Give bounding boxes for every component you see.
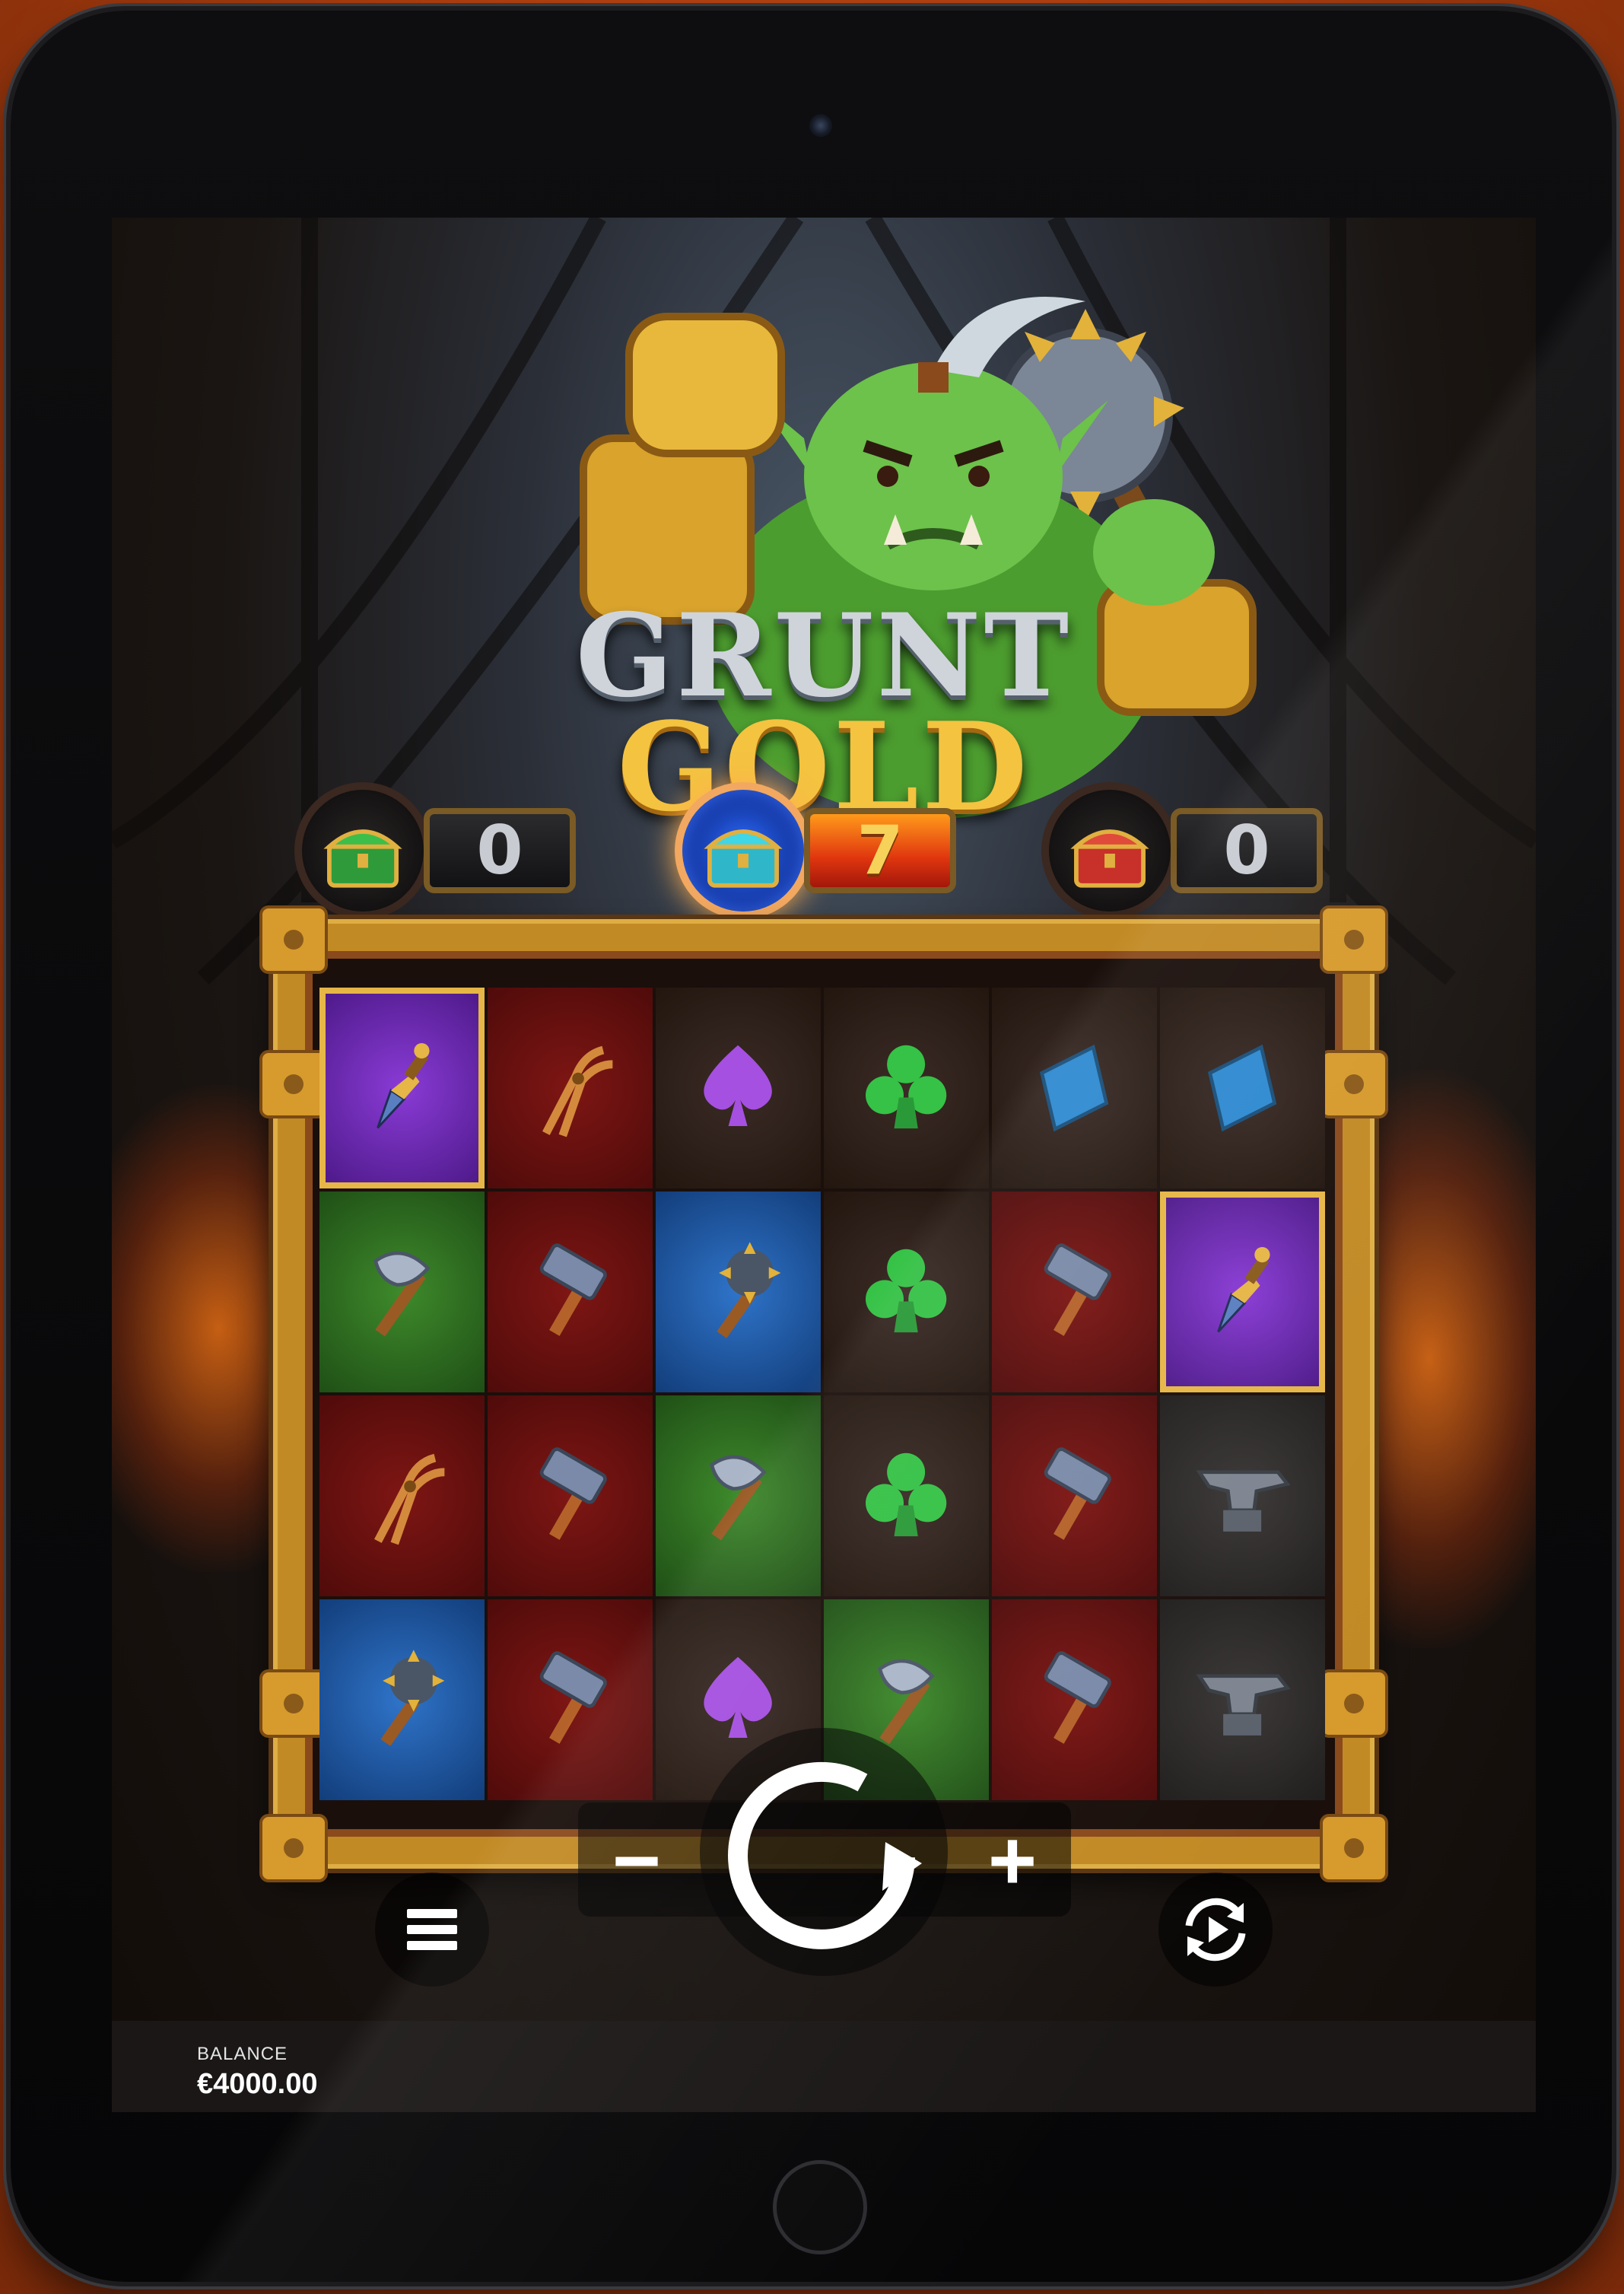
frame-bolt bbox=[259, 1050, 328, 1118]
reel-cell bbox=[488, 988, 653, 1188]
hammer-icon bbox=[992, 1395, 1157, 1596]
reel-cell bbox=[992, 1192, 1157, 1392]
reel-cell bbox=[656, 1395, 821, 1596]
menu-button[interactable] bbox=[375, 1872, 489, 1987]
plus-icon: + bbox=[987, 1814, 1038, 1907]
reel-cell bbox=[656, 988, 821, 1188]
frame-corner bbox=[259, 1814, 328, 1882]
frame-corner bbox=[259, 905, 328, 974]
mace-icon bbox=[319, 1599, 485, 1800]
green-chest-icon bbox=[294, 782, 431, 919]
axe-icon bbox=[319, 1192, 485, 1392]
reel-cell bbox=[1160, 1599, 1325, 1800]
club-icon bbox=[824, 988, 989, 1188]
reel-cell bbox=[488, 1395, 653, 1596]
hammer-icon bbox=[488, 1599, 653, 1800]
reel-cell bbox=[1160, 1192, 1325, 1392]
reel-cell bbox=[319, 1192, 485, 1392]
blue-chest-count: 7 bbox=[804, 808, 956, 893]
reel-cell bbox=[319, 988, 485, 1188]
reel-cell bbox=[824, 988, 989, 1188]
reel-cell bbox=[488, 1192, 653, 1392]
hammer-icon bbox=[488, 1395, 653, 1596]
bet-decrease-button[interactable]: − bbox=[583, 1808, 690, 1914]
spin-icon bbox=[728, 1761, 922, 1949]
spade-icon bbox=[656, 988, 821, 1188]
menu-icon bbox=[375, 1872, 489, 1987]
reel-cell bbox=[1160, 1395, 1325, 1596]
minus-icon: − bbox=[612, 1814, 662, 1907]
red-chest-icon bbox=[1041, 782, 1178, 919]
club-icon bbox=[824, 1395, 989, 1596]
anvil-icon bbox=[1160, 1395, 1325, 1596]
reel-cell bbox=[319, 1395, 485, 1596]
pliers-icon bbox=[319, 1395, 485, 1596]
game-screen: GRUNT GOLD 0 7 0 − + BALANCE €4000.00 bbox=[112, 218, 1536, 2112]
hammer-icon bbox=[488, 1192, 653, 1392]
red-chest-count: 0 bbox=[1171, 808, 1323, 893]
axe-icon bbox=[656, 1395, 821, 1596]
diamond-icon bbox=[992, 988, 1157, 1188]
blue-chest-icon bbox=[675, 782, 812, 919]
reel-cell bbox=[824, 1395, 989, 1596]
reel-cell bbox=[656, 1192, 821, 1392]
mace-icon bbox=[656, 1192, 821, 1392]
home-button[interactable] bbox=[773, 2160, 867, 2254]
frame-corner bbox=[1320, 905, 1388, 974]
bet-increase-button[interactable]: + bbox=[959, 1808, 1066, 1914]
hammer-icon bbox=[992, 1192, 1157, 1392]
reel-cell bbox=[488, 1599, 653, 1800]
autoplay-icon bbox=[1185, 1898, 1246, 1962]
dagger-icon bbox=[1166, 1198, 1319, 1386]
frame-bolt bbox=[1320, 1669, 1388, 1738]
reel-cell bbox=[992, 1395, 1157, 1596]
spin-button[interactable] bbox=[700, 1728, 948, 1976]
balance-value: €4000.00 bbox=[197, 2068, 318, 2100]
reel-cell bbox=[319, 1599, 485, 1800]
anvil-icon bbox=[1160, 1599, 1325, 1800]
pliers-icon bbox=[488, 988, 653, 1188]
bottom-info-bar bbox=[112, 2021, 1536, 2112]
autoplay-button[interactable] bbox=[1158, 1872, 1273, 1987]
balance-label: BALANCE bbox=[197, 2044, 288, 2064]
reel-cell bbox=[1160, 988, 1325, 1188]
club-icon bbox=[824, 1192, 989, 1392]
frame-bolt bbox=[259, 1669, 328, 1738]
tablet-device: GRUNT GOLD 0 7 0 − + BALANCE €4000.00 bbox=[11, 11, 1612, 2282]
green-chest-count: 0 bbox=[424, 808, 576, 893]
frame-bolt bbox=[1320, 1050, 1388, 1118]
dagger-icon bbox=[326, 994, 478, 1182]
reel-grid bbox=[319, 988, 1325, 1800]
front-camera bbox=[809, 114, 832, 137]
reel-cell bbox=[992, 988, 1157, 1188]
diamond-icon bbox=[1160, 988, 1325, 1188]
hammer-icon bbox=[992, 1599, 1157, 1800]
reel-cell bbox=[992, 1599, 1157, 1800]
reel-cell bbox=[824, 1192, 989, 1392]
frame-corner bbox=[1320, 1814, 1388, 1882]
